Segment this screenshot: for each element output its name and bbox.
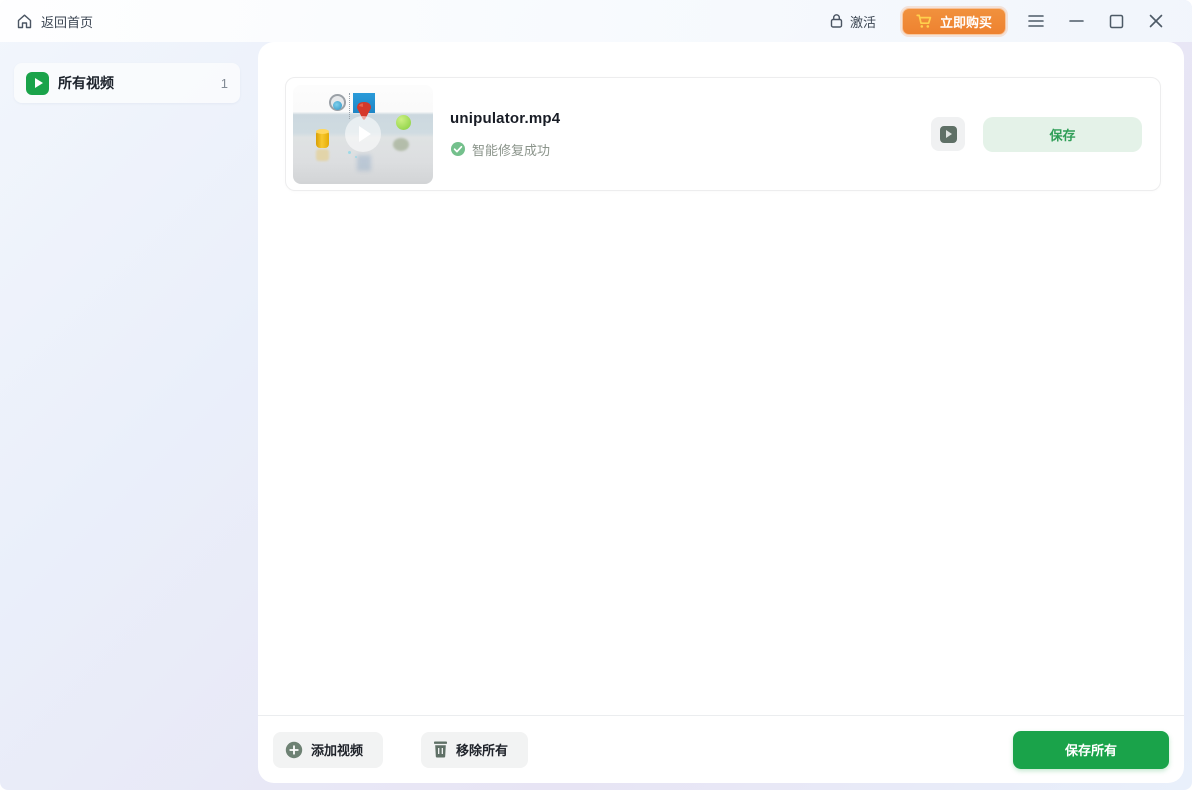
- check-circle-icon: [450, 141, 466, 157]
- lock-icon: [829, 13, 844, 29]
- sidebar: 所有视频 1: [0, 42, 258, 790]
- plus-circle-icon: [285, 741, 303, 759]
- footer-bar: 添加视频 移除所有 保存所有: [258, 715, 1184, 783]
- video-filename: unipulator.mp4: [450, 110, 560, 127]
- trash-icon: [433, 741, 448, 758]
- video-thumbnail[interactable]: [293, 85, 433, 184]
- menu-icon[interactable]: [1016, 6, 1056, 36]
- video-list: unipulator.mp4 智能修复成功: [258, 42, 1184, 715]
- minimize-icon[interactable]: [1056, 6, 1096, 36]
- play-icon: [940, 126, 957, 143]
- thumb-cylinder-reflection: [316, 149, 329, 161]
- preview-play-button[interactable]: [931, 117, 965, 151]
- thumb-sparkle: [348, 151, 351, 154]
- back-home-label: 返回首页: [41, 12, 93, 31]
- save-all-button[interactable]: 保存所有: [1013, 731, 1169, 769]
- buy-now-label: 立即购买: [940, 12, 992, 31]
- save-button[interactable]: 保存: [983, 117, 1142, 152]
- thumb-green-sphere: [396, 115, 411, 130]
- main-panel: unipulator.mp4 智能修复成功: [258, 42, 1184, 783]
- home-icon: [16, 13, 33, 30]
- sidebar-item-label: 所有视频: [58, 73, 114, 93]
- video-info: unipulator.mp4 智能修复成功: [450, 110, 560, 159]
- thumb-dotted-line: [349, 93, 350, 119]
- close-icon[interactable]: [1136, 6, 1176, 36]
- video-card: unipulator.mp4 智能修复成功: [285, 77, 1161, 191]
- activate-label: 激活: [850, 12, 876, 31]
- video-play-icon: [26, 72, 49, 95]
- title-bar: 返回首页 激活: [0, 0, 1192, 42]
- video-status-label: 智能修复成功: [472, 140, 550, 159]
- sidebar-item-all-videos[interactable]: 所有视频 1: [14, 63, 240, 103]
- maximize-icon[interactable]: [1096, 6, 1136, 36]
- activate-button[interactable]: 激活: [829, 12, 876, 31]
- video-status: 智能修复成功: [450, 140, 560, 159]
- thumb-gripper-object: [329, 94, 346, 111]
- add-video-label: 添加视频: [311, 740, 363, 759]
- cart-icon: [916, 14, 933, 29]
- app-window: 返回首页 激活: [0, 0, 1192, 790]
- thumb-yellow-cylinder: [316, 131, 329, 148]
- window-controls: [1016, 6, 1176, 36]
- play-overlay-icon[interactable]: [345, 116, 381, 152]
- sidebar-item-count: 1: [221, 76, 228, 91]
- back-home-button[interactable]: 返回首页: [16, 12, 93, 31]
- video-actions: 保存: [931, 117, 1142, 152]
- add-video-button[interactable]: 添加视频: [273, 732, 383, 768]
- remove-all-label: 移除所有: [456, 740, 508, 759]
- remove-all-button[interactable]: 移除所有: [421, 732, 528, 768]
- thumb-sparkle: [355, 156, 357, 158]
- thumb-blue-reflection: [357, 155, 371, 171]
- buy-now-button[interactable]: 立即购买: [902, 8, 1006, 35]
- thumb-shadow-sphere: [393, 138, 409, 151]
